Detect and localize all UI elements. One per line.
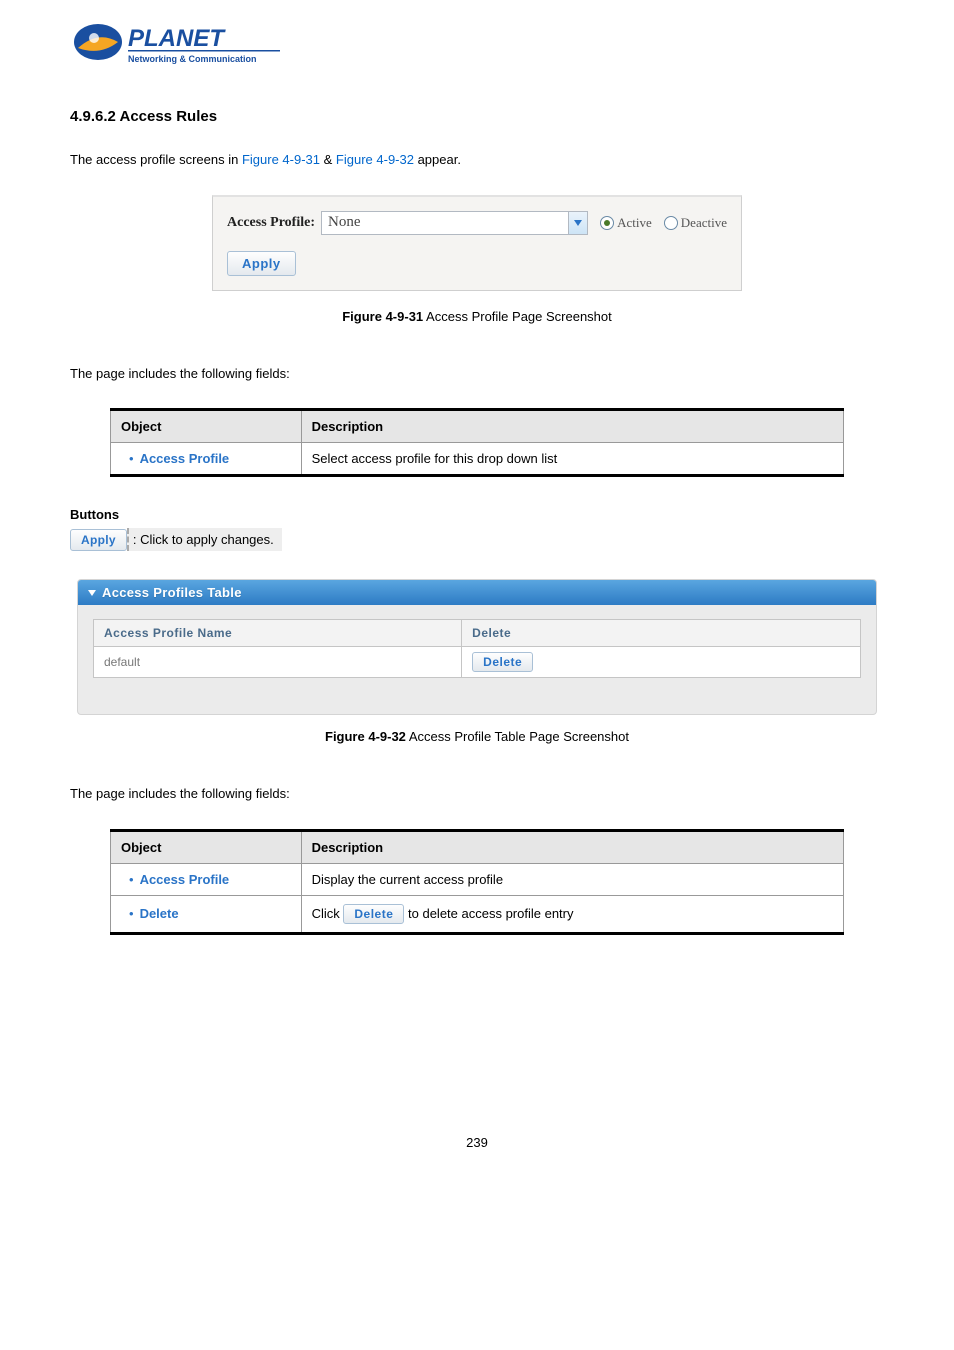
- apply-description: : Click to apply changes.: [127, 528, 282, 551]
- delete-button[interactable]: Delete: [472, 652, 533, 672]
- buttons-description-row: Apply : Click to apply changes.: [70, 528, 884, 551]
- section-heading: 4.9.6.2 Access Rules: [70, 108, 884, 125]
- apply-button[interactable]: Apply: [227, 251, 296, 276]
- chevron-down-icon: [568, 212, 587, 234]
- delete-button-sample[interactable]: Delete: [343, 904, 404, 924]
- table-row: default Delete: [94, 647, 861, 678]
- logo: PLANET Networking & Communication: [70, 20, 884, 78]
- access-profiles-table-panel: Access Profiles Table Access Profile Nam…: [77, 579, 877, 715]
- access-profile-select[interactable]: None: [321, 211, 588, 235]
- access-profile-select-value: None: [322, 212, 568, 234]
- figure-link-2[interactable]: Figure 4-9-32: [336, 152, 414, 167]
- fields-intro-2: The page includes the following fields:: [70, 784, 884, 804]
- apply-button-sample[interactable]: Apply: [70, 529, 127, 551]
- access-profile-panel: Access Profile: None Active Deactive App…: [212, 195, 742, 291]
- access-profile-label: Access Profile:: [227, 215, 315, 231]
- page-number: 239: [70, 1135, 884, 1150]
- chevron-down-icon: [88, 589, 96, 597]
- buttons-heading: Buttons: [70, 507, 884, 522]
- logo-brand: PLANET: [128, 25, 226, 52]
- table-row: •Access Profile Select access profile fo…: [111, 443, 844, 476]
- col-description: Description: [301, 830, 843, 863]
- fields-intro-1: The page includes the following fields:: [70, 364, 884, 384]
- table-row: •Delete Click Delete to delete access pr…: [111, 895, 844, 933]
- col-profile-name: Access Profile Name: [94, 620, 462, 647]
- logo-tagline: Networking & Communication: [128, 54, 257, 64]
- fields-table-1: Object Description •Access Profile Selec…: [110, 408, 844, 477]
- radio-deactive[interactable]: Deactive: [664, 215, 727, 231]
- col-delete: Delete: [462, 620, 861, 647]
- col-object: Object: [111, 830, 302, 863]
- col-object: Object: [111, 410, 302, 443]
- col-description: Description: [301, 410, 843, 443]
- table-row: •Access Profile Display the current acce…: [111, 863, 844, 895]
- profile-name-cell: default: [94, 647, 462, 678]
- radio-active[interactable]: Active: [600, 215, 652, 231]
- intro-paragraph: The access profile screens in Figure 4-9…: [70, 150, 884, 170]
- fields-table-2: Object Description •Access Profile Displ…: [110, 829, 844, 935]
- figure-link-1[interactable]: Figure 4-9-31: [242, 152, 320, 167]
- figure-caption-1: Figure 4-9-31 Access Profile Page Screen…: [70, 309, 884, 324]
- panel-header[interactable]: Access Profiles Table: [78, 580, 876, 605]
- figure-caption-2: Figure 4-9-32 Access Profile Table Page …: [70, 729, 884, 744]
